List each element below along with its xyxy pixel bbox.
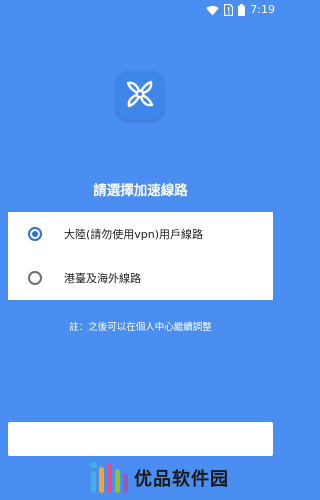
page-title: 請選擇加速線路 [93, 183, 188, 199]
watermark: 优品软件园 [88, 458, 229, 498]
route-options-card: 大陸(請勿使用vpn)用戶線路 港臺及海外線路 [8, 212, 273, 300]
radio-button-unselected[interactable] [28, 271, 42, 285]
confirm-button[interactable] [8, 422, 273, 456]
status-time: 7:19 [250, 3, 275, 16]
option-overseas-route[interactable]: 港臺及海外線路 [8, 256, 273, 300]
watermark-logo-icon [88, 457, 132, 499]
option-label: 大陸(請勿使用vpn)用戶線路 [64, 228, 204, 241]
option-label: 港臺及海外線路 [64, 272, 141, 285]
fan-logo-icon [121, 75, 159, 117]
watermark-text: 优品软件园 [134, 469, 229, 490]
wifi-icon [206, 5, 219, 16]
battery-icon [238, 4, 246, 16]
status-icons: 7:19 [206, 3, 275, 17]
note-text: 註：之後可以在個人中心繼續調整 [69, 322, 212, 333]
status-bar: 7:19 [0, 0, 281, 20]
app-logo [116, 72, 164, 120]
sim-alert-icon [224, 4, 234, 16]
option-mainland-route[interactable]: 大陸(請勿使用vpn)用戶線路 [8, 212, 273, 256]
radio-button-selected[interactable] [28, 227, 42, 241]
